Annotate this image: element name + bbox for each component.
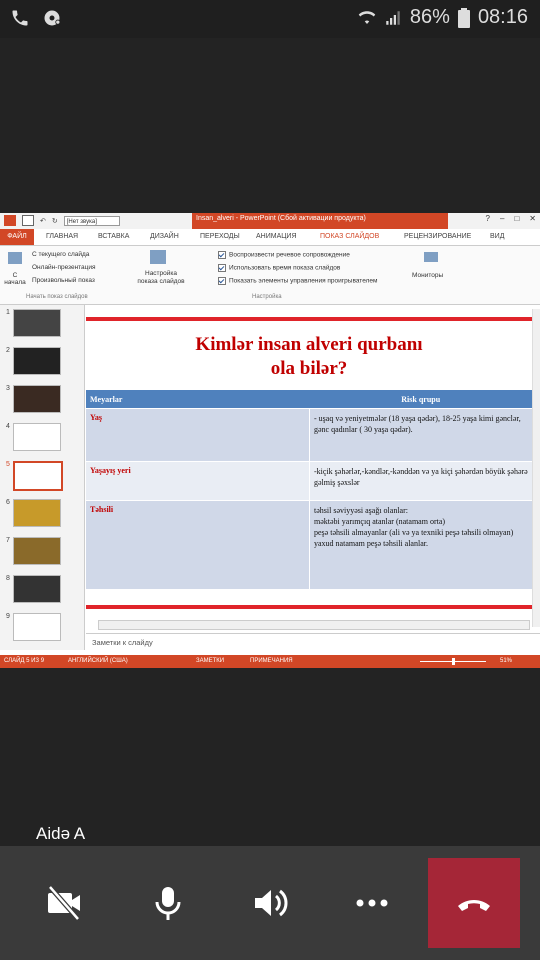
thumb-number: 3 — [6, 385, 10, 392]
online-presentation-button[interactable]: Онлайн-презентация — [32, 264, 96, 271]
from-start-button[interactable]: С начала — [2, 272, 28, 286]
call-controls — [0, 846, 540, 960]
phone-icon — [12, 10, 28, 26]
mute-button[interactable] — [118, 846, 218, 960]
video-off-icon — [48, 885, 80, 921]
tab-animation[interactable]: АНИМАЦИЯ — [256, 233, 297, 240]
timings-checkbox[interactable]: Использовать время показа слайдов — [218, 264, 340, 272]
risk-table: Meyarlar Risk qrupu Yaş - uşaq və yeniye… — [86, 390, 532, 589]
zoom-level[interactable]: 51% — [500, 658, 512, 664]
slide-thumbnail-8[interactable] — [13, 575, 61, 603]
controls-checkbox[interactable]: Показать элементы управления проигрывате… — [218, 277, 377, 285]
thumb-number: 5 — [6, 461, 10, 468]
close-icon[interactable]: ✕ — [529, 214, 536, 223]
slide-thumbnails-pane: 1 2 3 4 5 6 7 8 9 — [0, 305, 85, 650]
slide-thumbnail-1[interactable] — [13, 309, 61, 337]
zoom-slider-thumb[interactable] — [452, 658, 455, 665]
tab-home[interactable]: ГЛАВНАЯ — [46, 233, 78, 240]
battery-percent: 86% — [409, 6, 450, 28]
thumb-number: 1 — [6, 309, 10, 316]
slide-thumbnail-6[interactable] — [13, 499, 61, 527]
notes-toggle[interactable]: ЗАМЕТКИ — [196, 658, 224, 664]
microphone-icon — [155, 887, 181, 920]
end-call-button[interactable] — [428, 858, 520, 948]
tab-slideshow[interactable]: ПОКАЗ СЛАЙДОВ — [320, 233, 380, 240]
ppt-statusbar: СЛАЙД 5 ИЗ 9 АНГЛИЙСКИЙ (США) ЗАМЕТКИ ПР… — [0, 655, 540, 668]
tab-design[interactable]: ДИЗАЙН — [150, 233, 179, 240]
table-row: Təhsili təhsil səviyyəsi aşağı olanlar: … — [86, 500, 532, 589]
redo-icon[interactable]: ↻ — [52, 217, 58, 225]
table-header: Meyarlar — [86, 390, 310, 409]
slide-top-line — [86, 317, 532, 321]
battery-icon — [457, 7, 470, 28]
signal-icon — [386, 10, 400, 25]
thumb-number: 8 — [6, 575, 10, 582]
thumb-number: 2 — [6, 347, 10, 354]
table-header: Risk qrupu — [309, 390, 532, 409]
hang-up-icon — [458, 900, 490, 911]
window-title: Insan_alveri - PowerPoint (Сбой активаци… — [196, 215, 366, 222]
monitor-icon — [424, 252, 438, 262]
language-indicator[interactable]: АНГЛИЙСКИЙ (США) — [68, 658, 128, 664]
slide-counter: СЛАЙД 5 ИЗ 9 — [4, 658, 45, 664]
powerpoint-window: ↶ ↻ [Нет звука] Insan_alveri - PowerPoin… — [0, 213, 540, 668]
more-dots-icon — [356, 899, 388, 907]
vertical-scrollbar[interactable] — [532, 309, 540, 627]
more-options-button[interactable] — [322, 846, 422, 960]
caller-name: Aidə A — [36, 824, 86, 843]
group-label-start: Начать показ слайдов — [26, 294, 88, 300]
help-icon[interactable]: ? — [486, 214, 490, 223]
undo-icon[interactable]: ↶ — [40, 217, 46, 225]
slide-thumbnail-4[interactable] — [13, 423, 61, 451]
slide-title: Kimlər insan alveri qurbanı ola bilər? — [195, 334, 423, 379]
comments-toggle[interactable]: ПРИМЕЧАНИЯ — [250, 658, 293, 664]
video-toggle-button[interactable] — [14, 846, 114, 960]
setup-show-button[interactable]: Настройка показа слайдов — [134, 270, 188, 286]
monitors-button[interactable]: Мониторы — [412, 272, 443, 279]
tab-transitions[interactable]: ПЕРЕХОДЫ — [200, 233, 240, 240]
custom-show-button[interactable]: Произвольный показ — [32, 277, 95, 284]
settings-gear-icon — [44, 10, 61, 26]
thumb-number: 4 — [6, 423, 10, 430]
thumb-number: 9 — [6, 613, 10, 620]
ppt-titlebar: ↶ ↻ [Нет звука] Insan_alveri - PowerPoin… — [0, 213, 540, 229]
save-icon[interactable] — [22, 215, 34, 226]
table-row: Yaşayış yeri -kiçik şəhərlər,-kəndlər,-k… — [86, 461, 532, 501]
slide-thumbnail-3[interactable] — [13, 385, 61, 413]
minimize-icon[interactable]: – — [500, 214, 504, 223]
from-current-button[interactable]: С текущего слайда — [32, 251, 89, 258]
clock: 08:16 — [477, 6, 528, 28]
ppt-logo-icon — [4, 215, 16, 226]
slide-thumbnail-2[interactable] — [13, 347, 61, 375]
tab-review[interactable]: РЕЦЕНЗИРОВАНИЕ — [404, 233, 471, 240]
slide-thumbnail-9[interactable] — [13, 613, 61, 641]
speaker-button[interactable] — [220, 846, 320, 960]
speaker-icon — [255, 889, 288, 917]
ribbon: С начала С текущего слайда Онлайн-презен… — [0, 246, 540, 305]
notes-pane[interactable]: Заметки к слайду — [86, 633, 540, 650]
thumb-number: 6 — [6, 499, 10, 506]
slide-thumbnail-7[interactable] — [13, 537, 61, 565]
group-label-setup: Настройка — [252, 294, 282, 300]
slide-canvas[interactable]: Kimlər insan alveri qurbanı ola bilər? M… — [86, 313, 532, 613]
slide-thumbnail-5[interactable] — [13, 461, 63, 491]
sound-combo[interactable]: [Нет звука] — [63, 215, 120, 226]
tab-view[interactable]: ВИД — [490, 233, 504, 240]
maximize-icon[interactable]: □ — [514, 214, 519, 223]
from-start-icon — [8, 252, 22, 264]
ribbon-tabs: ФАЙЛ ГЛАВНАЯ ВСТАВКА ДИЗАЙН ПЕРЕХОДЫ АНИ… — [0, 229, 540, 246]
narration-checkbox[interactable]: Воспроизвести речевое сопровождение — [218, 251, 350, 259]
wifi-icon — [358, 10, 376, 24]
table-row: Yaş - uşaq və yeniyetmələr (18 yaşa qədə… — [86, 408, 532, 462]
android-status-bar: 86% 08:16 — [0, 0, 540, 38]
thumb-number: 7 — [6, 537, 10, 544]
horizontal-scrollbar[interactable] — [98, 620, 530, 630]
setup-show-icon — [150, 250, 166, 264]
tab-file[interactable]: ФАЙЛ — [0, 229, 34, 245]
tab-insert[interactable]: ВСТАВКА — [98, 233, 129, 240]
slide-bottom-line — [86, 605, 532, 609]
